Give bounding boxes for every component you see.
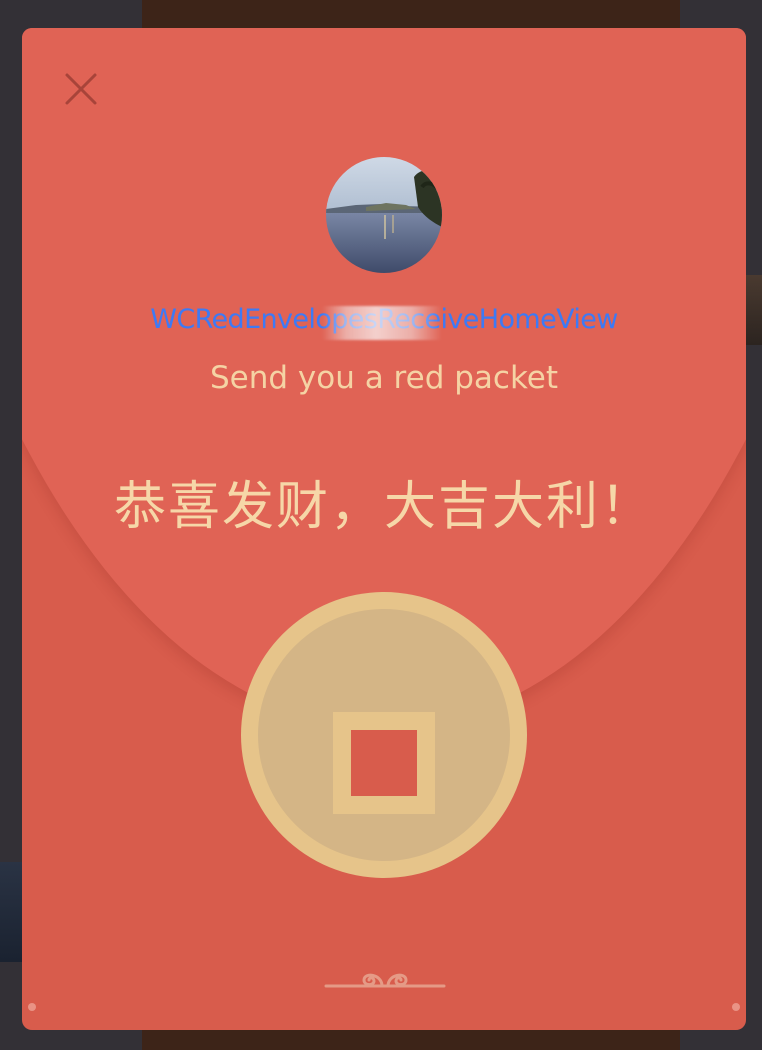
- greeting-message: 恭喜发财，大吉大利！: [113, 477, 654, 537]
- background-photo: [746, 275, 762, 345]
- cloud-scroll-icon: [324, 973, 446, 988]
- name-redaction: [322, 306, 442, 340]
- red-envelope-dialog: WCRedEnvelopesReceiveHomeView Send you a…: [22, 28, 746, 1030]
- background-photo: [0, 862, 22, 962]
- sender-avatar: [326, 157, 442, 273]
- coin-square-hole: [351, 730, 417, 796]
- corner-dot: [28, 1003, 36, 1011]
- corner-dot: [732, 1003, 740, 1011]
- open-coin-button[interactable]: [241, 592, 527, 878]
- close-button[interactable]: [60, 68, 102, 110]
- envelope-subtitle: Send you a red packet: [209, 360, 559, 396]
- close-icon: [65, 73, 97, 105]
